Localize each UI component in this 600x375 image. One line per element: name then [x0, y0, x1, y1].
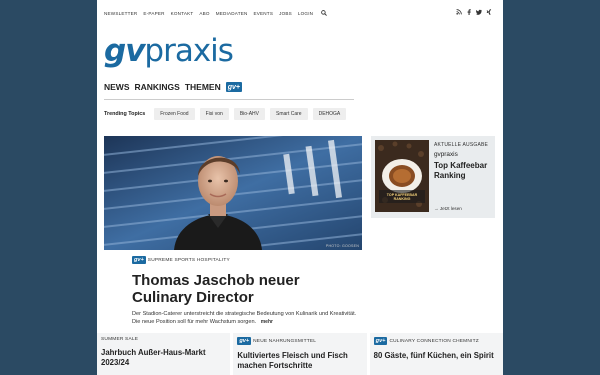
- card-headline[interactable]: 80 Gäste, fünf Küchen, ein Spirit: [374, 351, 499, 361]
- topnav-kontakt[interactable]: KONTAKT: [171, 11, 194, 16]
- xing-icon[interactable]: [486, 9, 492, 15]
- issue-cover-title: TOP KAFFEEBAR RANKING: [386, 193, 418, 202]
- gvplus-badge: gv+: [132, 256, 146, 264]
- topnav-epaper[interactable]: E-PAPER: [143, 11, 164, 16]
- card-kicker: gv+ CULINARY CONNECTION CHEMNITZ: [373, 337, 499, 345]
- topnav-events[interactable]: EVENTS: [254, 11, 274, 16]
- topnav-abo[interactable]: ABO: [199, 11, 209, 16]
- issue-cover[interactable]: TOP KAFFEEBAR RANKING: [375, 140, 429, 212]
- trending-chip-frozen-food[interactable]: Frozen Food: [154, 108, 195, 120]
- lead-article: gv+ SUPREME SPORTS HOSPITALITY Thomas Ja…: [132, 251, 363, 327]
- more-link[interactable]: mehr: [261, 319, 273, 325]
- trending-label: Trending Topics: [104, 111, 146, 117]
- card-kicker-text: NEUE NAHRUNGSMITTEL: [253, 338, 317, 344]
- nav-divider: [104, 99, 354, 100]
- nav-news[interactable]: NEWS: [104, 82, 130, 92]
- nav-gvplus-badge[interactable]: gv+: [225, 82, 242, 92]
- card-kicker: gv+ NEUE NAHRUNGSMITTEL: [237, 337, 362, 345]
- logo-part-gv: gv: [104, 33, 145, 69]
- facebook-icon[interactable]: [466, 9, 472, 15]
- issue-title[interactable]: Top Kaffeebar Ranking: [434, 161, 494, 181]
- topnav-login[interactable]: LOGIN: [298, 11, 313, 16]
- issue-publication: gvpraxis: [434, 151, 458, 158]
- trending-chip-bio-ahv[interactable]: Bio-AHV: [233, 108, 266, 120]
- topnav-newsletter[interactable]: NEWSLETTER: [104, 11, 137, 16]
- card-headline[interactable]: Jahrbuch Außer-Haus-Markt 2023/24: [101, 348, 226, 368]
- search-icon[interactable]: [321, 10, 328, 16]
- teaser-card[interactable]: SUMMER SALE Jahrbuch Außer-Haus-Markt 20…: [97, 333, 231, 375]
- trending-chip-dehoga[interactable]: DEHOGA: [312, 108, 347, 120]
- teaser-card[interactable]: gv+ CULINARY CONNECTION CHEMNITZ 80 Gäst…: [369, 333, 503, 375]
- card-kicker: SUMMER SALE: [101, 337, 226, 342]
- twitter-icon[interactable]: [476, 9, 482, 15]
- trending-chip-fisi-von[interactable]: Fisi von: [199, 108, 229, 120]
- card-kicker-text: SUMMER SALE: [101, 337, 139, 342]
- top-utility-bar: NEWSLETTER E-PAPER KONTAKT ABO MEDIADATE…: [104, 9, 500, 17]
- hero-image[interactable]: PHOTO: GOOSEN: [104, 136, 362, 250]
- read-now-link[interactable]: → Jetzt lesen: [434, 206, 462, 211]
- teaser-cards: SUMMER SALE Jahrbuch Außer-Haus-Markt 20…: [97, 333, 503, 375]
- card-kicker-text: CULINARY CONNECTION CHEMNITZ: [389, 338, 479, 344]
- main-nav: NEWS RANKINGS THEMEN gv+: [104, 82, 242, 92]
- teaser-card[interactable]: gv+ NEUE NAHRUNGSMITTEL Kultiviertes Fle…: [233, 333, 367, 375]
- nav-rankings[interactable]: RANKINGS: [135, 82, 180, 92]
- current-issue-box[interactable]: TOP KAFFEEBAR RANKING AKTUELLE AUSGABE g…: [371, 136, 495, 218]
- rss-icon[interactable]: [456, 9, 462, 15]
- topnav-mediadaten[interactable]: MEDIADATEN: [216, 11, 248, 16]
- article-headline[interactable]: Thomas Jaschob neuer Culinary Director: [132, 272, 363, 306]
- article-kicker: gv+ SUPREME SPORTS HOSPITALITY: [132, 256, 363, 264]
- hero-photo: [104, 136, 362, 250]
- article-teaser: Der Stadion-Caterer unterstreicht die st…: [132, 310, 363, 327]
- trending-topics: Trending Topics Frozen Food Fisi von Bio…: [104, 108, 347, 120]
- top-nav: NEWSLETTER E-PAPER KONTAKT ABO MEDIADATE…: [104, 10, 328, 16]
- site-logo[interactable]: gvpraxis: [104, 33, 234, 69]
- page: NEWSLETTER E-PAPER KONTAKT ABO MEDIADATE…: [97, 0, 503, 375]
- article-kicker-text: SUPREME SPORTS HOSPITALITY: [147, 257, 230, 263]
- article-teaser-text: Der Stadion-Caterer unterstreicht die st…: [132, 311, 357, 326]
- issue-label: AKTUELLE AUSGABE: [434, 142, 489, 148]
- gvplus-badge: gv+: [373, 337, 388, 345]
- nav-themen[interactable]: THEMEN: [185, 82, 221, 92]
- gvplus-badge: gv+: [237, 337, 252, 345]
- topnav-jobs[interactable]: JOBS: [279, 11, 292, 16]
- social-links: [456, 9, 492, 15]
- logo-part-praxis: praxis: [144, 33, 234, 69]
- card-headline[interactable]: Kultiviertes Fleisch und Fisch machen Fo…: [237, 351, 362, 371]
- trending-chip-smart-care[interactable]: Smart Care: [270, 108, 308, 120]
- photo-credit: PHOTO: GOOSEN: [325, 244, 359, 248]
